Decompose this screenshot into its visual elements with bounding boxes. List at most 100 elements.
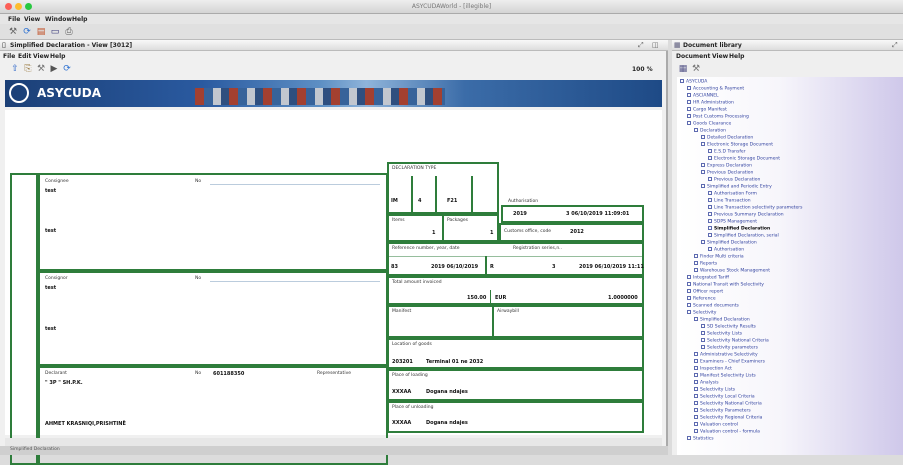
- tree-node[interactable]: Accounting & Payment: [687, 86, 744, 92]
- location-code[interactable]: 203201: [392, 359, 413, 365]
- tree-node[interactable]: Warehouse Stock Management: [694, 268, 770, 274]
- tree-node[interactable]: Selectivity Regional Criteria: [694, 415, 762, 421]
- tree-node[interactable]: Express Declaration: [701, 163, 752, 169]
- expand-icon[interactable]: ⤢: [892, 41, 898, 50]
- declaration-type-number[interactable]: 4: [418, 198, 421, 204]
- authorisation-year[interactable]: 2019: [513, 211, 527, 217]
- loading-code[interactable]: XXXAA: [392, 389, 411, 395]
- declarant-name[interactable]: " 3P " SH.P.K.: [45, 380, 83, 386]
- menu-view[interactable]: View: [24, 16, 40, 23]
- tree-node[interactable]: ASYCUDA: [680, 79, 707, 85]
- unloading-code[interactable]: XXXAA: [392, 420, 411, 426]
- menu-file[interactable]: File: [8, 16, 20, 23]
- reference-year-date[interactable]: 2019 06/10/2019: [431, 264, 478, 270]
- declaration-type-code[interactable]: IM: [391, 198, 398, 204]
- total-amount-value[interactable]: 150.00: [467, 295, 486, 301]
- consignor-name[interactable]: test: [45, 285, 56, 291]
- location-description[interactable]: Terminal 01 ne 2032: [426, 359, 483, 365]
- tools-icon[interactable]: ⚒: [36, 64, 46, 74]
- registration-year-date[interactable]: 2019 06/10/2019 11:11: [579, 264, 644, 270]
- tree-node[interactable]: Selectivity National Criteria: [694, 401, 762, 407]
- menu-help[interactable]: Help: [50, 53, 65, 60]
- play-icon[interactable]: ▶: [49, 64, 59, 74]
- tree-node[interactable]: SDPS Management: [708, 219, 757, 225]
- total-amount-currency[interactable]: EUR: [495, 295, 506, 301]
- reference-number[interactable]: 83: [391, 264, 398, 270]
- tree-node[interactable]: Analysis: [694, 380, 719, 386]
- document-icon[interactable]: ▤: [36, 27, 46, 37]
- tree-node[interactable]: Officer report: [687, 289, 723, 295]
- tree-node[interactable]: Selectivity parameters: [701, 345, 758, 351]
- declarant-no-value[interactable]: 601188350: [213, 371, 244, 377]
- registration-number[interactable]: 3: [552, 264, 555, 270]
- grid-icon[interactable]: ▦: [678, 64, 688, 74]
- tree-node[interactable]: Authorisation Form: [708, 191, 757, 197]
- tree-node[interactable]: Reports: [694, 261, 717, 267]
- tree-node[interactable]: Selectivity National Criteria: [701, 338, 769, 344]
- tree-node[interactable]: Selectivity Lists: [694, 387, 735, 393]
- tree-node[interactable]: Line Transaction selectivity parameters: [708, 205, 802, 211]
- restore-icon[interactable]: ◫: [652, 41, 659, 49]
- upload-icon[interactable]: ⇧: [10, 64, 20, 74]
- tree-node[interactable]: National Transit with Selectivity: [687, 282, 764, 288]
- menu-help[interactable]: Help: [729, 53, 744, 60]
- tree-node[interactable]: Line Transaction: [708, 198, 751, 204]
- attach-icon[interactable]: ⎘: [23, 64, 33, 74]
- menu-edit[interactable]: Edit: [18, 53, 31, 60]
- loading-description[interactable]: Dogana ndajes: [426, 389, 468, 395]
- tree-node[interactable]: Post Customs Processing: [687, 114, 749, 120]
- tree-node[interactable]: Goods Clearance: [687, 121, 731, 127]
- menu-help[interactable]: Help: [72, 16, 87, 23]
- tree-node[interactable]: Cargo Manifest: [687, 107, 727, 113]
- exchange-rate[interactable]: 1.0000000: [608, 295, 638, 301]
- tree-node[interactable]: Detailed Declaration: [701, 135, 753, 141]
- menu-document[interactable]: Document: [676, 53, 710, 60]
- tree-node[interactable]: Valuation control: [694, 422, 738, 428]
- tree-node[interactable]: Authorisation: [708, 247, 744, 253]
- tree-node[interactable]: Declaration: [694, 128, 726, 134]
- print-icon[interactable]: ⎙: [64, 27, 74, 37]
- tools-icon[interactable]: ⚒: [691, 64, 701, 74]
- consignee-name[interactable]: test: [45, 188, 56, 194]
- tree-node[interactable]: Selectivity: [687, 310, 716, 316]
- tree-node[interactable]: Reference: [687, 296, 716, 302]
- consignor-no-field[interactable]: [210, 281, 380, 282]
- declarant-address[interactable]: AHMET KRASNIQI,PRISHTINË: [45, 421, 126, 427]
- tree-node[interactable]: ASCIANNEL: [687, 93, 719, 99]
- expand-icon[interactable]: ⤢: [638, 41, 644, 50]
- tree-node[interactable]: Examiners - Chief Examiners: [694, 359, 765, 365]
- tree-node[interactable]: Statistics: [687, 436, 714, 442]
- tree-node[interactable]: Simplified Declaration: [694, 317, 750, 323]
- menu-view[interactable]: View: [712, 53, 728, 60]
- zoom-level[interactable]: 100 %: [632, 66, 653, 73]
- tree-node[interactable]: Simplified Declaration: [701, 240, 757, 246]
- unloading-description[interactable]: Dogana ndajes: [426, 420, 468, 426]
- tree-node[interactable]: Simplified Declaration: [708, 226, 770, 232]
- tree-node[interactable]: Simplified Declaration, serial: [708, 233, 779, 239]
- tree-node[interactable]: SD Selectivity Results: [701, 324, 756, 330]
- window-icon[interactable]: ▭: [50, 27, 60, 37]
- tree-node[interactable]: Previous Declaration: [708, 177, 760, 183]
- refresh-icon[interactable]: ⟳: [62, 64, 72, 74]
- tree-node[interactable]: Simplified and Periodic Entry: [701, 184, 772, 190]
- tree-node[interactable]: Valuation control - formula: [694, 429, 760, 435]
- tree-node[interactable]: Integrated Tariff: [687, 275, 729, 281]
- tree-node[interactable]: HR Administration: [687, 100, 734, 106]
- tree-node[interactable]: Electronic Storage Document: [701, 142, 773, 148]
- consignee-address[interactable]: test: [45, 228, 56, 234]
- tree-node[interactable]: Scanned documents: [687, 303, 739, 309]
- menu-window[interactable]: Window: [45, 16, 72, 23]
- tools-icon[interactable]: ⚒: [8, 27, 18, 37]
- items-value[interactable]: 1: [432, 230, 435, 236]
- refresh-icon[interactable]: ⟳: [22, 27, 32, 37]
- tree-node[interactable]: Selectivity Local Criteria: [694, 394, 755, 400]
- reference-series[interactable]: R: [490, 264, 494, 270]
- tree-node[interactable]: E.S.D Transfer: [708, 149, 746, 155]
- authorisation-reference[interactable]: 3 06/10/2019 11:09:01: [566, 211, 629, 217]
- tree-node[interactable]: Previous Declaration: [701, 170, 753, 176]
- consignor-address[interactable]: test: [45, 326, 56, 332]
- tree-node[interactable]: Finder Multi criteria: [694, 254, 744, 260]
- tree-node[interactable]: Electronic Storage Document: [708, 156, 780, 162]
- menu-view[interactable]: View: [33, 53, 49, 60]
- tree-node[interactable]: Administrative Selectivity: [694, 352, 758, 358]
